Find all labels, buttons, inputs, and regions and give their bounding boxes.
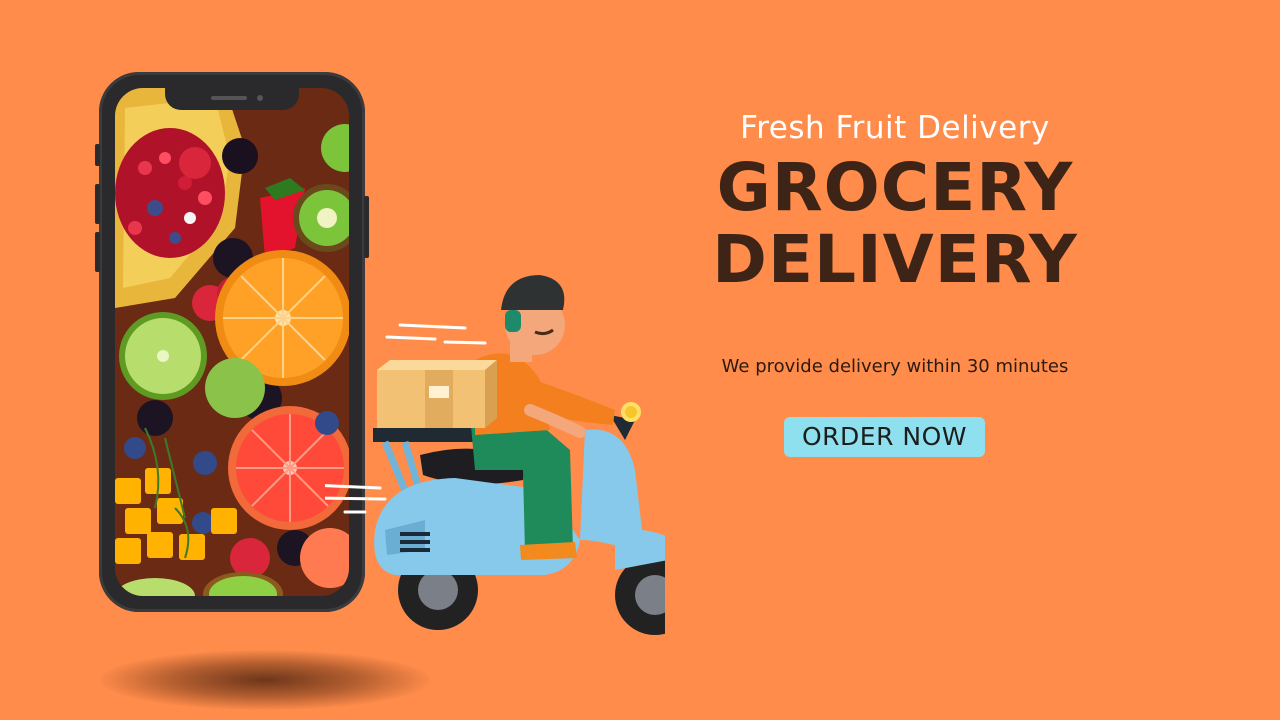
description-text: We provide delivery within 30 minutes [721,356,1069,377]
tagline: Fresh Fruit Delivery [740,110,1050,146]
scooter-delivery-rider-icon [325,275,665,635]
page-title: GROCERY DELIVERY [690,152,1100,296]
package-box-icon [377,360,497,428]
phone-notch [165,88,299,110]
order-now-button[interactable]: ORDER NOW [784,417,985,457]
fruit-photo-icon [115,88,349,596]
promo-banner: Fresh Fruit Delivery GROCERY DELIVERY We… [0,0,1280,720]
headline-line-1: GROCERY [716,149,1074,226]
phone-shadow [100,650,430,710]
headline-line-2: DELIVERY [712,221,1078,298]
